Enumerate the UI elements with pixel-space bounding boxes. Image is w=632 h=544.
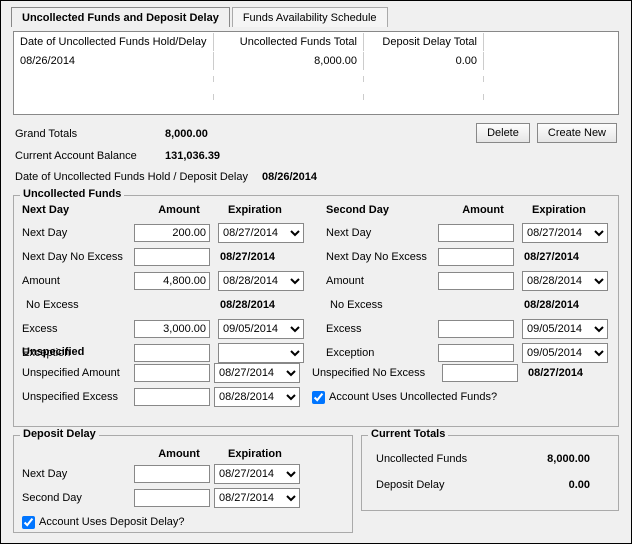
unspecified-heading: Unspecified: [22, 346, 84, 358]
uf-noexcess-label: No Excess: [22, 299, 134, 311]
uf-head-second-day: Second Day: [326, 204, 438, 216]
th-date: Date of Uncollected Funds Hold/Delay: [14, 33, 214, 51]
uf2-next-day-exp[interactable]: 08/27/2014: [522, 223, 608, 243]
uf2-amount-amount[interactable]: [438, 272, 514, 290]
uf-amount-label: Amount: [22, 275, 134, 287]
cell-dd-total: 0.00: [364, 52, 484, 70]
account-uses-dd-label: Account Uses Deposit Delay?: [39, 516, 185, 528]
uf-exception-amount[interactable]: [134, 344, 210, 362]
dd-second-day-amount[interactable]: [134, 489, 210, 507]
table-row-empty: [14, 88, 618, 106]
unspec-amount-input[interactable]: [134, 364, 210, 382]
uf-exception-exp[interactable]: [218, 343, 304, 363]
unspec-noexcess-exp: 08/27/2014: [518, 367, 583, 379]
hold-date-value: 08/26/2014: [262, 171, 317, 183]
dd-second-day-exp[interactable]: 08/27/2014: [214, 488, 300, 508]
uf2-amount-label: Amount: [326, 275, 438, 287]
uf2-next-day-amount[interactable]: [438, 224, 514, 242]
unspec-amount-label: Unspecified Amount: [22, 367, 134, 379]
uf2-next-day-label: Next Day: [326, 227, 438, 239]
uf-next-day-amount[interactable]: [134, 224, 210, 242]
hold-date-label: Date of Uncollected Funds Hold / Deposit…: [15, 171, 248, 183]
delete-button[interactable]: Delete: [476, 123, 530, 143]
dd-next-day-exp[interactable]: 08/27/2014: [214, 464, 300, 484]
uf2-excess-label: Excess: [326, 323, 438, 335]
uf2-excess-amount[interactable]: [438, 320, 514, 338]
uf-amount-exp[interactable]: 08/28/2014: [218, 271, 304, 291]
uf-head-amount: Amount: [134, 204, 224, 216]
uf-next-day-exp[interactable]: 08/27/2014: [218, 223, 304, 243]
uf-next-day-noexcess-exp: 08/27/2014: [214, 251, 304, 263]
uf-excess-label: Excess: [22, 323, 134, 335]
account-uses-uf-label: Account Uses Uncollected Funds?: [329, 391, 497, 403]
uf2-exception-amount[interactable]: [438, 344, 514, 362]
uf-next-day-noexcess-label: Next Day No Excess: [22, 251, 134, 263]
uf2-next-day-noexcess-label: Next Day No Excess: [326, 251, 438, 263]
ct-dd-value: 0.00: [510, 479, 590, 491]
unspec-noexcess-input[interactable]: [442, 364, 518, 382]
account-balance-value: 131,036.39: [165, 150, 285, 162]
tab-funds-availability[interactable]: Funds Availability Schedule: [232, 7, 388, 27]
dd-second-day-label: Second Day: [22, 492, 134, 504]
dd-next-day-amount[interactable]: [134, 465, 210, 483]
grand-totals-value: 8,000.00: [165, 128, 285, 140]
dd-next-day-label: Next Day: [22, 468, 134, 480]
uf2-next-day-noexcess-exp: 08/27/2014: [518, 251, 608, 263]
ct-uf-label: Uncollected Funds: [370, 453, 510, 465]
unspec-excess-input[interactable]: [134, 388, 210, 406]
current-totals-legend: Current Totals: [368, 428, 448, 440]
cell-uf-total: 8,000.00: [214, 52, 364, 70]
unspec-excess-label: Unspecified Excess: [22, 391, 134, 403]
table-row[interactable]: 08/26/2014 8,000.00 0.00: [14, 52, 618, 70]
grand-totals-label: Grand Totals: [15, 128, 165, 140]
uf-head-next-day: Next Day: [22, 204, 134, 216]
account-balance-label: Current Account Balance: [15, 150, 165, 162]
cell-date: 08/26/2014: [14, 52, 214, 70]
dd-head-expiration: Expiration: [224, 448, 314, 460]
dd-head-amount: Amount: [134, 448, 224, 460]
ct-uf-value: 8,000.00: [510, 453, 590, 465]
uf-next-day-noexcess-amount[interactable]: [134, 248, 210, 266]
uf2-noexcess-label: No Excess: [326, 299, 438, 311]
uf-head-amount-2: Amount: [438, 204, 528, 216]
uf2-exception-exp[interactable]: 09/05/2014: [522, 343, 608, 363]
ct-dd-label: Deposit Delay: [370, 479, 510, 491]
uf2-exception-label: Exception: [326, 347, 438, 359]
th-uf-total: Uncollected Funds Total: [214, 33, 364, 51]
uf-amount-amount[interactable]: [134, 272, 210, 290]
th-dd-total: Deposit Delay Total: [364, 33, 484, 51]
unspec-excess-exp[interactable]: 08/28/2014: [214, 387, 300, 407]
uf-head-expiration-2: Expiration: [528, 204, 618, 216]
uf2-next-day-noexcess-amount[interactable]: [438, 248, 514, 266]
table-row-empty: [14, 70, 618, 88]
uf-next-day-label: Next Day: [22, 227, 134, 239]
account-uses-dd-checkbox[interactable]: [22, 516, 35, 529]
uf-noexcess-exp: 08/28/2014: [214, 299, 304, 311]
uf-excess-amount[interactable]: [134, 320, 210, 338]
unspec-noexcess-label: Unspecified No Excess: [312, 367, 442, 379]
deposit-delay-legend: Deposit Delay: [20, 428, 99, 440]
uf2-amount-exp[interactable]: 08/28/2014: [522, 271, 608, 291]
tab-uncollected-funds[interactable]: Uncollected Funds and Deposit Delay: [11, 7, 230, 27]
uncollected-funds-legend: Uncollected Funds: [20, 188, 124, 200]
uf-head-expiration: Expiration: [224, 204, 314, 216]
create-new-button[interactable]: Create New: [537, 123, 617, 143]
account-uses-uf-checkbox[interactable]: [312, 391, 325, 404]
uf-excess-exp[interactable]: 09/05/2014: [218, 319, 304, 339]
uf2-noexcess-exp: 08/28/2014: [518, 299, 608, 311]
holds-table: Date of Uncollected Funds Hold/Delay Unc…: [13, 31, 619, 115]
unspec-amount-exp[interactable]: 08/27/2014: [214, 363, 300, 383]
uf2-excess-exp[interactable]: 09/05/2014: [522, 319, 608, 339]
